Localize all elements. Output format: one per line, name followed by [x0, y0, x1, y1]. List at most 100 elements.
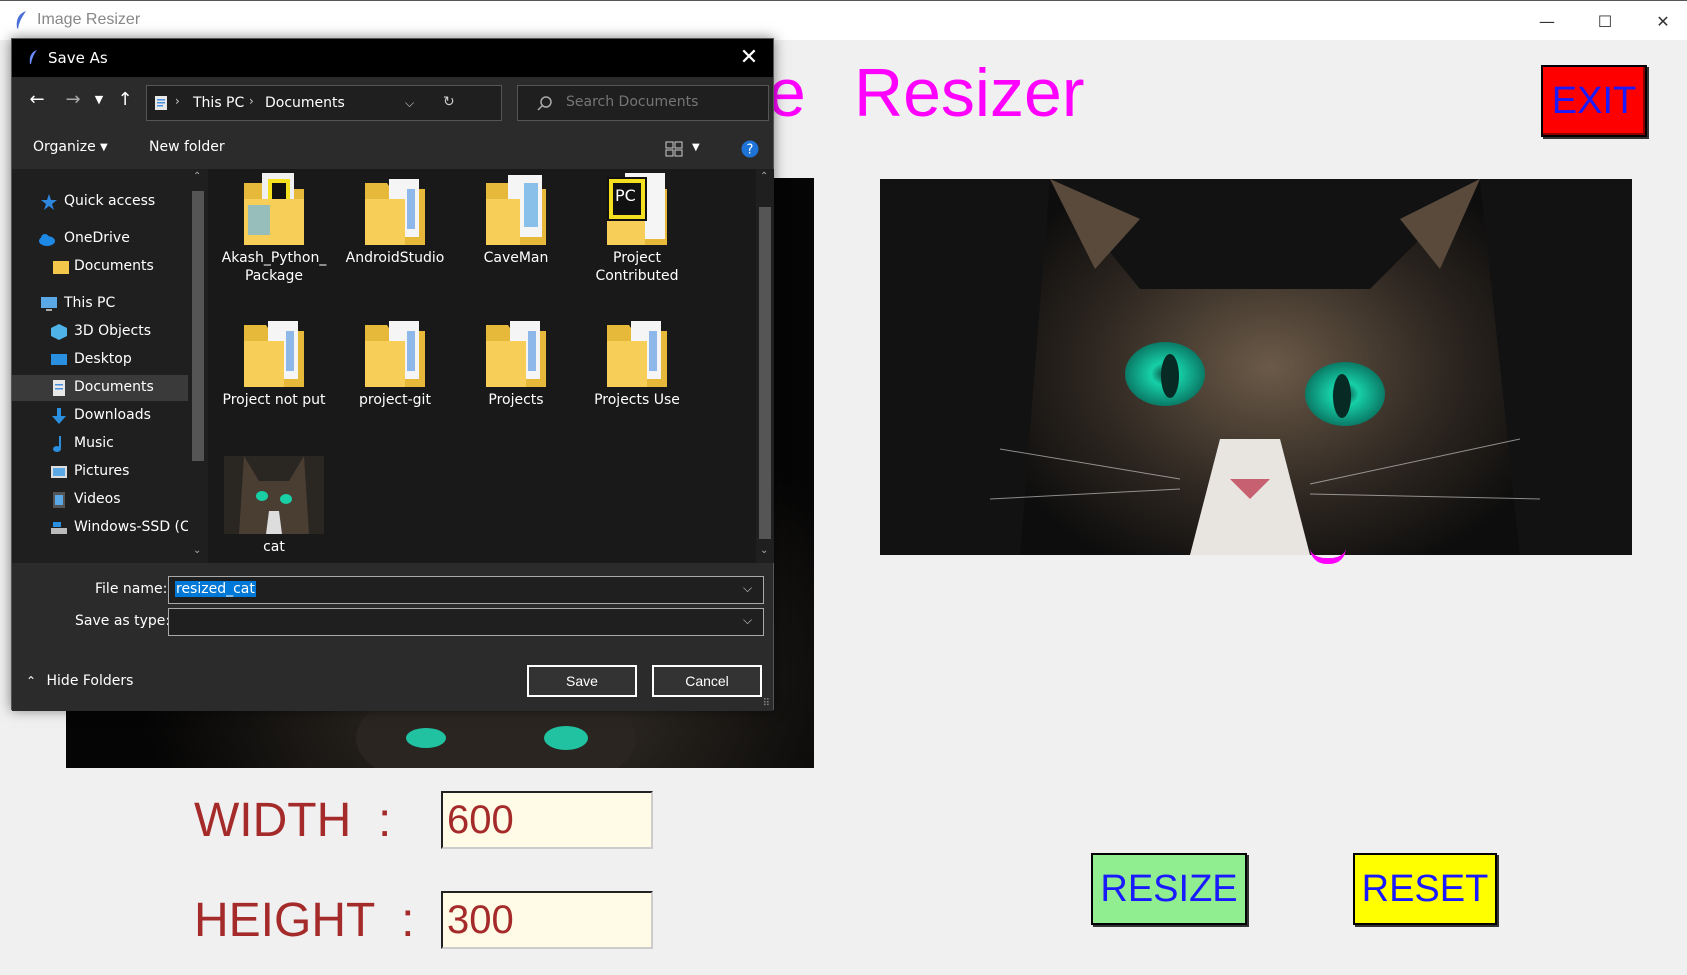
scroll-down-icon[interactable]: ⌄ [193, 545, 201, 556]
resize-button[interactable]: RESIZE [1091, 853, 1247, 925]
file-name-chevron-icon[interactable]: ⌵ [743, 581, 755, 597]
help-icon[interactable]: ? [741, 140, 759, 158]
nav-label: Downloads [74, 407, 151, 423]
reset-button[interactable]: RESET [1353, 853, 1497, 925]
scroll-down-icon[interactable]: ⌄ [760, 545, 768, 556]
folder-label: Projects Use [594, 392, 680, 408]
file-item[interactable]: cat [214, 456, 334, 556]
view-chevron-icon[interactable]: ▼ [692, 142, 700, 153]
music-icon [53, 436, 61, 452]
nav-documents[interactable]: Documents [12, 375, 188, 401]
refresh-icon[interactable]: ↻ [443, 94, 455, 110]
organize-menu[interactable]: Organize [33, 139, 96, 155]
breadcrumb-documents[interactable]: Documents [265, 95, 345, 111]
pictures-icon [51, 466, 67, 478]
folder-label: Project [613, 250, 661, 266]
file-list: Akash_Python_ Package AndroidStudio Cave… [208, 169, 756, 563]
organize-chevron-icon[interactable]: ▼ [100, 142, 108, 153]
resized-image [880, 179, 1632, 555]
folder-icon [486, 321, 546, 387]
file-name-field[interactable]: resized_cat ⌵ [168, 576, 764, 604]
folder-item[interactable]: Akash_Python_ Package [214, 169, 334, 285]
scroll-up-icon[interactable]: ⌃ [760, 171, 768, 182]
save-as-dialog: Save As ✕ ← → ▼ ↑ › This PC › Documents … [11, 38, 774, 711]
folder-icon [53, 261, 69, 274]
nav-label: Quick access [64, 193, 156, 209]
folder-item[interactable]: project-git [335, 311, 455, 409]
nav-quick-access[interactable]: Quick access [12, 189, 188, 215]
folder-label: Project not put [222, 392, 326, 408]
new-folder-button[interactable]: New folder [149, 139, 225, 155]
nav-downloads[interactable]: Downloads [12, 403, 188, 429]
download-icon [52, 408, 66, 424]
forward-arrow-icon[interactable]: → [62, 89, 84, 111]
up-arrow-icon[interactable]: ↑ [114, 89, 136, 111]
folder-label: Akash_Python_ [221, 250, 327, 266]
cube-icon [51, 324, 67, 340]
maximize-button[interactable]: ☐ [1576, 1, 1634, 41]
search-input[interactable] [566, 94, 761, 110]
height-input[interactable]: 300 [441, 891, 653, 949]
view-options-icon[interactable] [665, 141, 683, 157]
folder-icon [607, 321, 667, 387]
nav-windows-ssd[interactable]: Windows-SSD (C [12, 515, 190, 541]
address-dropdown-chevron-icon[interactable]: ⌵ [405, 96, 414, 111]
nav-scrollbar[interactable]: ⌃ ⌄ [188, 169, 208, 563]
breadcrumb-separator-icon: › [249, 94, 254, 108]
folder-item[interactable]: AndroidStudio [335, 169, 455, 267]
back-arrow-icon[interactable]: ← [26, 89, 48, 111]
folder-icon [365, 179, 425, 245]
nav-3d-objects[interactable]: 3D Objects [12, 319, 188, 345]
folder-label: Package [244, 268, 304, 284]
address-bar[interactable]: › This PC › Documents ⌵ ↻ [146, 85, 502, 121]
resized-cat-image [880, 179, 1632, 555]
nav-videos[interactable]: Videos [12, 487, 188, 513]
save-options: File name: resized_cat ⌵ Save as type: ⌵… [12, 563, 773, 711]
scroll-up-icon[interactable]: ⌃ [193, 171, 201, 182]
nav-this-pc[interactable]: This PC [12, 291, 188, 317]
file-scroll-thumb[interactable] [759, 207, 771, 539]
folder-item[interactable]: PC Project Contributed [577, 169, 697, 285]
star-icon [41, 194, 57, 210]
nav-music[interactable]: Music [12, 431, 188, 457]
save-button[interactable]: Save [527, 665, 637, 697]
nav-onedrive[interactable]: OneDrive [12, 226, 188, 252]
recent-locations-chevron-icon[interactable]: ▼ [88, 89, 110, 111]
resize-grip-icon[interactable]: ⠿ [763, 698, 770, 709]
breadcrumb-this-pc[interactable]: This PC [193, 95, 244, 111]
search-box[interactable] [517, 85, 769, 121]
close-window-button[interactable]: ✕ [1634, 1, 1687, 41]
save-type-chevron-icon[interactable]: ⌵ [743, 613, 755, 629]
folder-label: Contributed [595, 268, 679, 284]
dialog-title-bar: Save As ✕ [12, 39, 773, 77]
file-name-value[interactable]: resized_cat [175, 581, 256, 597]
folder-item[interactable]: Projects [456, 311, 576, 409]
breadcrumb-separator-icon: › [175, 94, 180, 108]
nav-desktop[interactable]: Desktop [12, 347, 188, 373]
exit-button[interactable]: EXIT [1541, 65, 1647, 137]
folder-item[interactable]: CaveMan [456, 169, 576, 267]
dialog-close-icon[interactable]: ✕ [735, 45, 763, 71]
save-type-select[interactable]: ⌵ [168, 608, 764, 636]
nav-label: OneDrive [64, 230, 130, 246]
nav-onedrive-documents[interactable]: Documents [12, 254, 188, 280]
window-title: Image Resizer [37, 11, 141, 28]
folder-icon [244, 173, 304, 245]
nav-label: This PC [64, 295, 116, 311]
videos-icon [53, 492, 65, 508]
width-input[interactable]: 600 [441, 791, 653, 849]
nav-pictures[interactable]: Pictures [12, 459, 188, 485]
feather-icon [29, 50, 37, 64]
title-bar: Image Resizer — ☐ ✕ [0, 0, 1687, 40]
cancel-button[interactable]: Cancel [652, 665, 762, 697]
save-type-label: Save as type: [75, 613, 171, 629]
file-label: cat [263, 539, 285, 555]
folder-item[interactable]: Projects Use [577, 311, 697, 409]
folder-label: project-git [359, 392, 431, 408]
folder-item[interactable]: Project not put [214, 311, 334, 409]
hide-folders-button[interactable]: ⌃ Hide Folders [26, 673, 133, 689]
height-label: HEIGHT : [194, 894, 415, 947]
nav-scroll-thumb[interactable] [192, 191, 204, 461]
file-scrollbar[interactable]: ⌃ ⌄ [756, 169, 774, 563]
minimize-button[interactable]: — [1518, 1, 1576, 41]
